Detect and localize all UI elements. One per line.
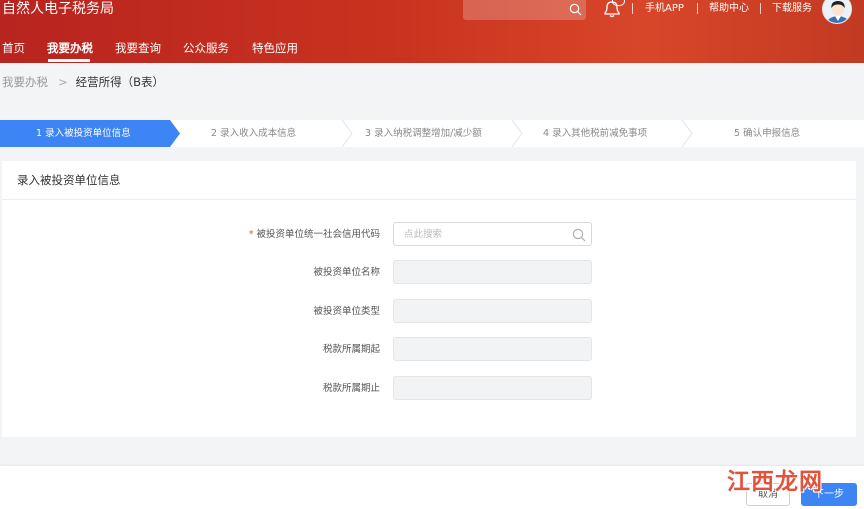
investee-type-field	[393, 299, 592, 323]
nav-special-apps[interactable]: 特色应用	[252, 41, 298, 56]
step-4: 4 录入其他税前减免事项	[543, 128, 648, 139]
nav-public-service[interactable]: 公众服务	[183, 41, 229, 56]
step-5: 5 确认申报信息	[734, 128, 801, 139]
mobile-app-link[interactable]: 手机APP	[645, 2, 684, 16]
breadcrumb-separator: >	[58, 75, 68, 89]
watermark-text: 江西龙网	[727, 469, 823, 495]
investee-type-label: 被投资单位类型	[313, 306, 380, 317]
form-section-title: 录入被投资单位信息	[17, 173, 121, 187]
investee-name-input	[394, 261, 591, 283]
breadcrumb-parent[interactable]: 我要办税	[2, 75, 48, 89]
step-2: 2 录入收入成本信息	[211, 128, 297, 139]
investee-info-form: 录入被投资单位信息 *被投资单位统一社会信用代码 被投资单位名称 被投资单位类型…	[2, 161, 856, 437]
credit-code-label-text: 被投资单位统一社会信用代码	[256, 229, 380, 240]
site-watermark: 江西龙网	[727, 462, 831, 504]
investee-type-input	[394, 300, 591, 322]
period-start-label: 税款所属期起	[322, 344, 380, 355]
step-3: 3 录入纳税调整增加/减少额	[365, 128, 482, 139]
step-progress: 1 录入被投资单位信息 2 录入收入成本信息 3 录入纳税调整增加/减少额 4 …	[0, 120, 864, 147]
period-end-label: 税款所属期止	[322, 383, 380, 394]
nav-query[interactable]: 我要查询	[115, 41, 161, 56]
header-divider	[632, 3, 633, 14]
credit-code-search-field[interactable]	[393, 222, 592, 246]
period-end-field	[393, 376, 592, 400]
period-start-field	[393, 337, 592, 361]
notification-badge	[612, 0, 625, 6]
breadcrumb-current: 经营所得（B表）	[75, 75, 165, 89]
header-search-box[interactable]	[463, 0, 586, 20]
required-mark: *	[248, 229, 254, 240]
avatar-icon	[823, 0, 851, 23]
app-title: 自然人电子税务局	[2, 1, 114, 17]
credit-code-label: * 被投资单位统一社会信用代码	[2, 228, 380, 241]
credit-code-input[interactable]	[394, 223, 591, 245]
period-end-input	[394, 377, 591, 399]
download-service-link[interactable]: 下载服务	[772, 2, 812, 16]
header-divider	[697, 3, 698, 14]
period-start-input	[394, 338, 591, 360]
nav-tax-handling[interactable]: 我要办税	[47, 41, 93, 56]
header-divider	[760, 3, 761, 14]
search-icon[interactable]	[569, 3, 582, 16]
search-icon[interactable]	[572, 228, 586, 242]
investee-name-field	[393, 260, 592, 284]
section-divider	[2, 199, 856, 200]
nav-home[interactable]: 首页	[2, 41, 25, 56]
user-avatar[interactable]	[822, 0, 852, 24]
step-1: 1 录入被投资单位信息	[36, 128, 131, 139]
investee-name-label: 被投资单位名称	[313, 267, 380, 278]
top-header: 自然人电子税务局 手机APP 帮助中心 下载服务 首页 我要办税 我要查询 公众…	[0, 0, 864, 63]
header-search-input[interactable]	[463, 0, 586, 20]
breadcrumb: 我要办税 > 经营所得（B表）	[2, 74, 164, 90]
nav-active-indicator	[48, 59, 90, 62]
help-center-link[interactable]: 帮助中心	[709, 2, 749, 16]
